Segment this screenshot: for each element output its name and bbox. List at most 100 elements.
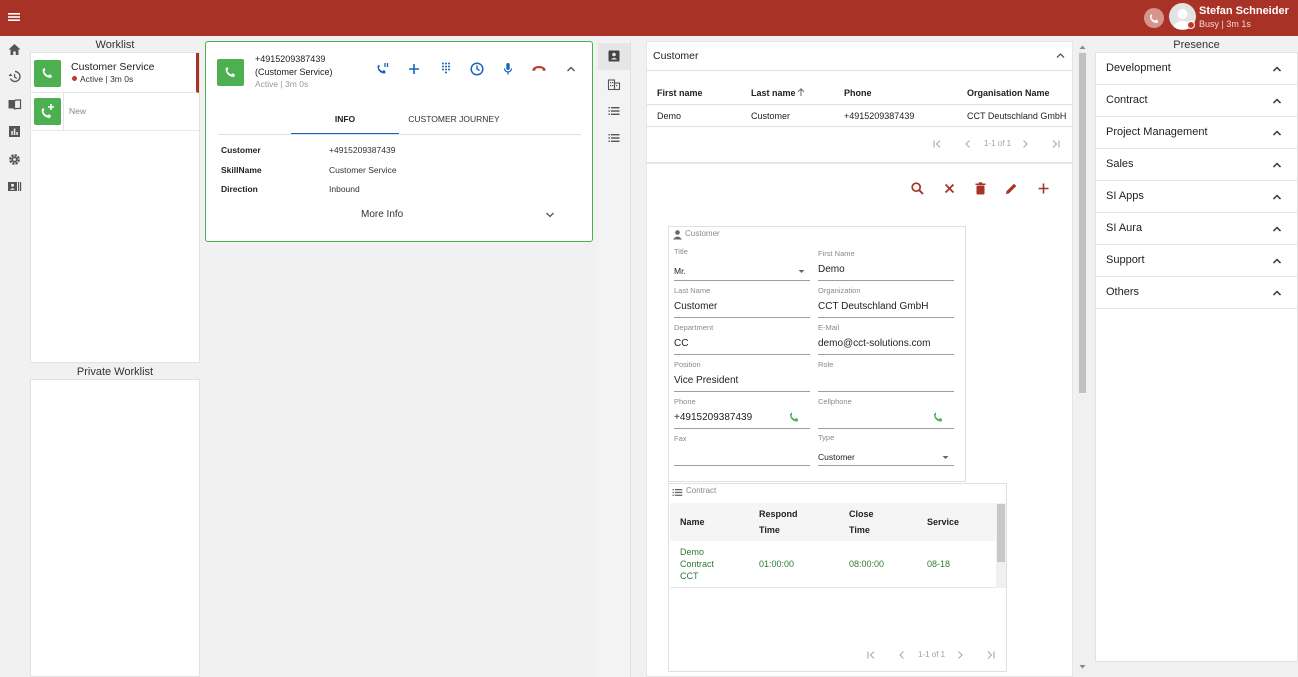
last-page-icon[interactable]	[1050, 138, 1062, 150]
edit-pencil-icon[interactable]	[1004, 181, 1019, 196]
contract-list-icon	[672, 487, 683, 498]
building-icon[interactable]	[607, 77, 621, 91]
title-dropdown-caret-icon[interactable]	[797, 267, 806, 276]
chevron-down-icon[interactable]	[543, 208, 557, 222]
email-field[interactable]: demo@cct-solutions.com	[818, 338, 930, 349]
collapse-chevron-up-icon[interactable]	[563, 61, 579, 77]
scroll-up-arrow-icon[interactable]	[1078, 43, 1087, 51]
chevron-up-icon[interactable]	[1271, 127, 1283, 139]
chevron-up-icon[interactable]	[1271, 95, 1283, 107]
list-icon-2[interactable]	[607, 131, 621, 145]
first-page-icon[interactable]	[931, 138, 943, 150]
col-last-name[interactable]: Last name	[751, 88, 796, 98]
phone-status-icon[interactable]	[1144, 8, 1164, 28]
organization-field[interactable]: CCT Deutschland GmbH	[818, 301, 928, 312]
more-info-toggle[interactable]: More Info	[361, 209, 403, 220]
contract-prev-page-icon[interactable]	[896, 649, 908, 661]
tab-customer-journey[interactable]: CUSTOMER JOURNEY	[399, 108, 509, 135]
title-select[interactable]: Mr.	[674, 266, 686, 276]
presence-group-others[interactable]: Others	[1096, 277, 1297, 309]
phone-field[interactable]: +4915209387439	[674, 412, 752, 423]
col-organisation-name[interactable]: Organisation Name	[967, 88, 1050, 98]
presence-group-si-apps[interactable]: SI Apps	[1096, 181, 1297, 213]
next-page-icon[interactable]	[1019, 138, 1031, 150]
chevron-up-icon[interactable]	[1271, 255, 1283, 267]
sort-arrow-up-icon[interactable]	[796, 87, 806, 97]
chevron-up-icon[interactable]	[1271, 63, 1283, 75]
contract-scrollbar-thumb[interactable]	[997, 504, 1005, 562]
customer-collapse-chevron-up-icon[interactable]	[1054, 49, 1067, 62]
contract-last-page-icon[interactable]	[985, 649, 997, 661]
contract-col-respond[interactable]: Respond	[759, 509, 798, 519]
department-field[interactable]: CC	[674, 338, 688, 349]
main-scrollbar-track[interactable]	[1077, 41, 1088, 677]
chevron-up-icon[interactable]	[1271, 287, 1283, 299]
call-skill: (Customer Service)	[255, 67, 333, 77]
clock-icon[interactable]	[469, 61, 485, 77]
prev-page-icon[interactable]	[962, 138, 974, 150]
tab-info[interactable]: INFO	[291, 108, 399, 135]
col-first-name[interactable]: First name	[657, 88, 703, 98]
contract-first-page-icon[interactable]	[865, 649, 877, 661]
chevron-up-icon[interactable]	[1271, 159, 1283, 171]
type-select[interactable]: Customer	[818, 452, 855, 462]
worklist-item-new[interactable]: New	[31, 93, 199, 131]
presence-group-sales[interactable]: Sales	[1096, 149, 1297, 181]
presence-group-contract[interactable]: Contract	[1096, 85, 1297, 117]
user-status: Busy | 3m 1s	[1199, 19, 1251, 29]
settings-gear-icon[interactable]	[7, 152, 22, 167]
hang-up-icon[interactable]	[531, 61, 547, 77]
active-dot	[72, 76, 77, 81]
user-name: Stefan Schneider	[1199, 5, 1289, 17]
dialpad-icon[interactable]	[438, 61, 454, 77]
presence-group-support[interactable]: Support	[1096, 245, 1297, 277]
info-value-direction: Inbound	[329, 184, 360, 194]
phone-icon	[34, 60, 61, 87]
position-field[interactable]: Vice President	[674, 375, 738, 386]
worklist-item-customer-service[interactable]: Customer Service Active | 3m 0s	[31, 53, 199, 93]
contract-next-page-icon[interactable]	[954, 649, 966, 661]
chevron-up-icon[interactable]	[1271, 223, 1283, 235]
delete-trash-icon[interactable]	[973, 181, 988, 196]
cellphone-dial-icon[interactable]	[932, 411, 945, 424]
contract-col-name[interactable]: Name	[680, 517, 705, 527]
context-tool-strip	[598, 41, 631, 677]
search-icon[interactable]	[910, 181, 925, 196]
microphone-icon[interactable]	[500, 61, 516, 77]
presence-group-project-management[interactable]: Project Management	[1096, 117, 1297, 149]
top-bar: Stefan Schneider Busy | 3m 1s	[0, 0, 1298, 36]
info-value-skillname: Customer Service	[329, 165, 397, 175]
first-name-field[interactable]: Demo	[818, 264, 845, 275]
phone-dial-icon[interactable]	[788, 411, 801, 424]
add-call-icon	[34, 98, 61, 125]
contract-title: Contract	[686, 486, 717, 495]
home-icon[interactable]	[7, 42, 22, 57]
col-phone[interactable]: Phone	[844, 88, 872, 98]
contact-card-icon[interactable]	[7, 179, 22, 194]
contract-col-service[interactable]: Service	[927, 517, 959, 527]
contract-col-close[interactable]: Close	[849, 509, 874, 519]
main-scrollbar-thumb[interactable]	[1079, 53, 1086, 393]
contract-scrollbar-track[interactable]	[996, 503, 1006, 588]
reports-icon[interactable]	[7, 124, 22, 139]
history-icon[interactable]	[7, 69, 22, 84]
add-plus-icon[interactable]	[1036, 181, 1051, 196]
book-icon[interactable]	[7, 97, 22, 112]
transfer-call-icon[interactable]	[375, 61, 391, 77]
type-dropdown-caret-icon[interactable]	[941, 453, 950, 462]
private-worklist-panel	[30, 379, 200, 677]
hamburger-menu-icon[interactable]	[7, 10, 23, 26]
chevron-up-icon[interactable]	[1271, 191, 1283, 203]
last-name-field[interactable]: Customer	[674, 301, 717, 312]
scroll-down-arrow-icon[interactable]	[1078, 663, 1087, 671]
add-participant-icon[interactable]	[406, 61, 422, 77]
list-icon[interactable]	[607, 104, 621, 118]
call-phone-icon	[217, 59, 244, 86]
worklist-item-title: Customer Service	[71, 61, 155, 73]
presence-group-development[interactable]: Development	[1096, 53, 1297, 85]
presence-group-si-aura[interactable]: SI Aura	[1096, 213, 1297, 245]
info-label-skillname: SkillName	[221, 165, 262, 175]
contract-pager-label: 1-1 of 1	[918, 650, 946, 659]
close-icon[interactable]	[942, 181, 957, 196]
contact-tool-button[interactable]	[598, 43, 630, 70]
